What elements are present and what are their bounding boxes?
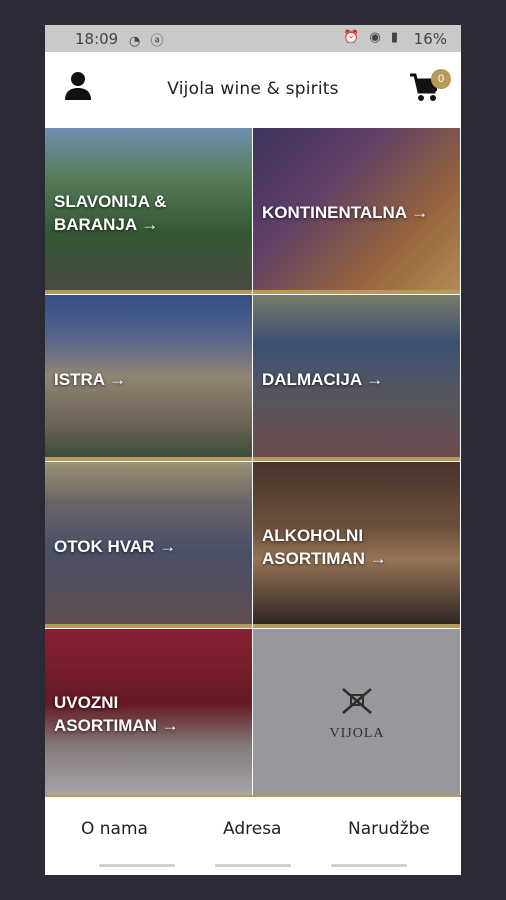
system-icons: ⏰ ◉ ▮ <box>343 30 401 45</box>
tile-label: ALKOHOLNI ASORTIMAN → <box>262 526 387 568</box>
tile-label: ISTRA → <box>54 370 127 389</box>
logo-wordmark: VIJOLA <box>329 726 385 741</box>
tile-label: UVOZNI ASORTIMAN → <box>54 693 179 735</box>
phone-screen: 18:09 ◔ ⓐ ⏰ ◉ ▮ 16% Vijola wine & spirit… <box>45 25 461 875</box>
app-title: Vijola wine & spirits <box>167 79 339 99</box>
tile-slavonija-baranja[interactable]: SLAVONIJA & BARANJA → <box>45 128 252 294</box>
tile-uvozni-asortiman[interactable]: UVOZNI ASORTIMAN → <box>45 629 252 795</box>
tile-istra[interactable]: ISTRA → <box>45 295 252 461</box>
status-bar: 18:09 ◔ ⓐ ⏰ ◉ ▮ 16% <box>45 25 461 52</box>
tile-alkoholni-asortiman[interactable]: ALKOHOLNI ASORTIMAN → <box>253 462 460 628</box>
nav-pill <box>331 864 407 867</box>
nav-about[interactable]: O nama <box>81 819 148 839</box>
status-time: 18:09 <box>75 30 119 48</box>
nav-address[interactable]: Adresa <box>223 819 281 839</box>
nav-pill <box>99 864 175 867</box>
notification-icons: ◔ ⓐ <box>129 34 167 49</box>
bottom-navigation: O nama Adresa Narudžbe <box>45 795 461 859</box>
battery-level: 16% <box>413 30 447 48</box>
tile-label: OTOK HVAR → <box>54 537 177 556</box>
tile-label: SLAVONIJA & BARANJA → <box>54 192 167 234</box>
logo-tile: VIJOLA <box>253 629 460 795</box>
tile-dalmacija[interactable]: DALMACIJA → <box>253 295 460 461</box>
tile-otok-hvar[interactable]: OTOK HVAR → <box>45 462 252 628</box>
nav-pill <box>215 864 291 867</box>
vijola-logo: VIJOLA <box>329 685 385 742</box>
tile-label: DALMACIJA → <box>262 370 384 389</box>
cart-count-badge: 0 <box>431 69 451 89</box>
system-nav-bar <box>45 857 461 875</box>
nav-orders[interactable]: Narudžbe <box>348 819 430 839</box>
tile-label: KONTINENTALNA → <box>262 203 429 222</box>
tile-kontinentalna[interactable]: KONTINENTALNA → <box>253 128 460 294</box>
corkscrew-icon <box>342 688 372 714</box>
app-header: Vijola wine & spirits 0 <box>45 52 461 128</box>
